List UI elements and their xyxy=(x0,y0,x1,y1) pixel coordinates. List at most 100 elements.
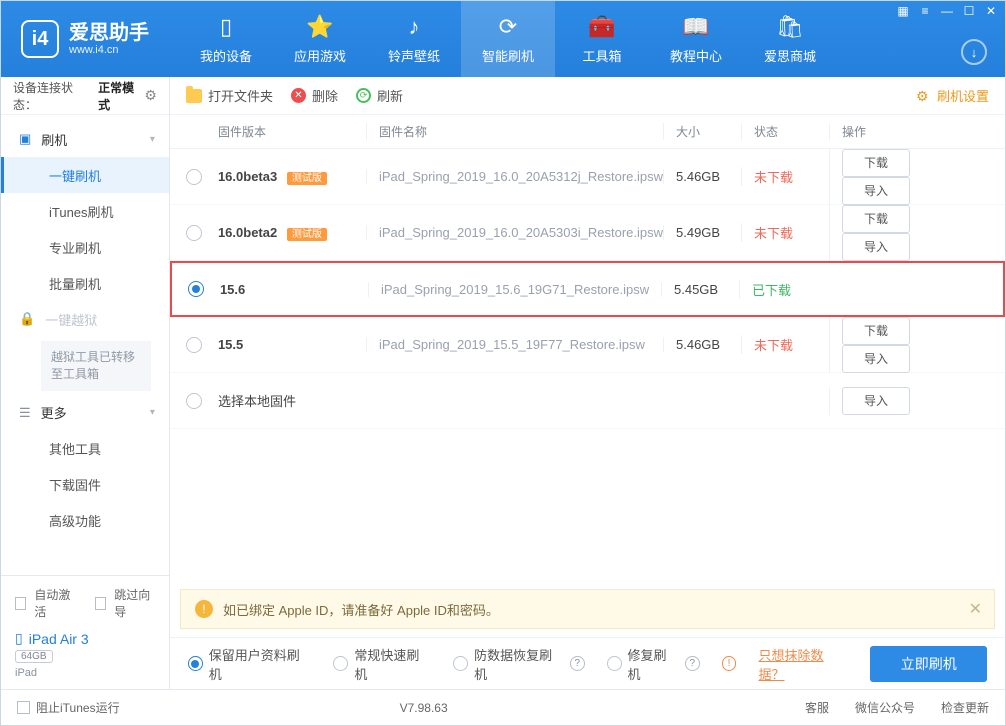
main-content: 打开文件夹 ✕删除 ⟳刷新 ⚙刷机设置 固件版本 固件名称 大小 状态 操作 1… xyxy=(170,77,1005,689)
nav-tab-apps[interactable]: ⭐应用游戏 xyxy=(273,1,367,77)
cell-local-label: 选择本地固件 xyxy=(218,391,366,410)
more-icon: ☰ xyxy=(19,405,31,421)
beta-badge: 测试版 xyxy=(287,228,327,241)
sidebar-item-oneclick[interactable]: 一键刷机 xyxy=(1,157,169,193)
settings-icon[interactable]: ⚙ xyxy=(144,87,157,104)
opt-anti-recover[interactable]: 防数据恢复刷机? xyxy=(453,645,584,683)
help-icon[interactable]: ? xyxy=(570,656,585,671)
sidebar-item-pro[interactable]: 专业刷机 xyxy=(1,229,169,265)
toolbox-icon: 🧰 xyxy=(588,14,615,40)
refresh-button[interactable]: ⟳刷新 xyxy=(356,86,403,105)
download-button[interactable]: 下载 xyxy=(842,205,910,233)
apps-icon: ⭐ xyxy=(306,14,333,40)
sidebar-item-itunes[interactable]: iTunes刷机 xyxy=(1,193,169,229)
import-button[interactable]: 导入 xyxy=(842,177,910,205)
firmware-row[interactable]: 15.6 iPad_Spring_2019_15.6_19G71_Restore… xyxy=(170,261,1005,317)
cell-status: 已下载 xyxy=(739,280,827,299)
bag-icon: 🛍 xyxy=(776,14,804,40)
nav-tab-device[interactable]: ▯我的设备 xyxy=(179,1,273,77)
opt-normal[interactable]: 常规快速刷机 xyxy=(333,645,431,683)
notice-bar: ! 如已绑定 Apple ID，请准备好 Apple ID和密码。 ✕ xyxy=(180,589,995,629)
minimize-icon[interactable]: — xyxy=(937,3,957,19)
cell-version: 15.5 xyxy=(218,337,366,352)
opt-repair[interactable]: 修复刷机? xyxy=(607,645,700,683)
row-radio[interactable] xyxy=(186,169,202,185)
cell-ops: 下载导入 xyxy=(829,205,989,261)
footer-link-wechat[interactable]: 微信公众号 xyxy=(855,699,915,716)
table-header: 固件版本 固件名称 大小 状态 操作 xyxy=(170,115,1005,149)
sidebar-cat-jailbreak[interactable]: 🔒 一键越狱 xyxy=(1,301,169,337)
footer-link-update[interactable]: 检查更新 xyxy=(941,699,989,716)
open-folder-button[interactable]: 打开文件夹 xyxy=(186,86,273,105)
download-button[interactable]: 下载 xyxy=(842,149,910,177)
cell-status: 未下载 xyxy=(741,335,829,354)
sidebar-item-other[interactable]: 其他工具 xyxy=(1,431,169,467)
download-button[interactable]: 下载 xyxy=(842,317,910,345)
cell-filename: iPad_Spring_2019_15.5_19F77_Restore.ipsw xyxy=(366,337,663,352)
footer-link-support[interactable]: 客服 xyxy=(805,699,829,716)
cell-filename: iPad_Spring_2019_16.0_20A5303i_Restore.i… xyxy=(366,225,663,240)
radio-icon xyxy=(333,656,348,671)
delete-icon: ✕ xyxy=(291,88,306,103)
beta-badge: 测试版 xyxy=(287,172,327,185)
firmware-row[interactable]: 16.0beta2 测试版iPad_Spring_2019_16.0_20A53… xyxy=(170,205,1005,261)
cell-ops: 下载导入 xyxy=(829,149,989,205)
skip-guide-checkbox[interactable] xyxy=(95,597,106,610)
delete-button[interactable]: ✕删除 xyxy=(291,86,338,105)
flash-settings-button[interactable]: ⚙刷机设置 xyxy=(916,86,989,105)
row-radio[interactable] xyxy=(186,225,202,241)
col-version: 固件版本 xyxy=(218,123,366,140)
auto-activate-checkbox[interactable] xyxy=(15,597,26,610)
download-indicator-icon[interactable]: ↓ xyxy=(961,39,987,65)
footer: 阻止iTunes运行 V7.98.63 客服 微信公众号 检查更新 xyxy=(1,689,1005,725)
sidebar-cat-more[interactable]: ☰ 更多 ▾ xyxy=(1,395,169,431)
close-icon[interactable]: ✕ xyxy=(981,3,1001,19)
cell-size: 5.46GB xyxy=(663,169,741,184)
close-icon[interactable]: ✕ xyxy=(969,599,982,619)
cell-ops: 下载导入 xyxy=(829,317,989,373)
opt-keep-data[interactable]: 保留用户资料刷机 xyxy=(188,645,312,683)
menu-icon[interactable]: ≡ xyxy=(915,3,935,19)
col-name: 固件名称 xyxy=(366,123,663,140)
firmware-row[interactable]: 15.5 iPad_Spring_2019_15.5_19F77_Restore… xyxy=(170,317,1005,373)
nav-tab-tutorial[interactable]: 📖教程中心 xyxy=(649,1,743,77)
app-header: i4 爱思助手 www.i4.cn ▯我的设备 ⭐应用游戏 ♪铃声壁纸 ⟳智能刷… xyxy=(1,1,1005,77)
sidebar-item-download[interactable]: 下载固件 xyxy=(1,467,169,503)
radio-icon xyxy=(188,656,203,671)
sidebar-item-advanced[interactable]: 高级功能 xyxy=(1,503,169,539)
chevron-down-icon: ▾ xyxy=(150,407,155,418)
refresh-icon: ⟳ xyxy=(499,14,517,40)
local-firmware-row[interactable]: 选择本地固件 导入 xyxy=(170,373,1005,429)
row-radio[interactable] xyxy=(186,337,202,353)
help-icon[interactable]: ? xyxy=(685,656,700,671)
cell-version: 15.6 xyxy=(220,282,368,297)
device-name[interactable]: ▯ iPad Air 3 xyxy=(15,630,155,647)
row-radio[interactable] xyxy=(186,393,202,409)
flash-icon: ▣ xyxy=(19,131,31,147)
import-button[interactable]: 导入 xyxy=(842,345,910,373)
row-radio[interactable] xyxy=(188,281,204,297)
help-icon[interactable]: ! xyxy=(722,656,737,671)
maximize-icon[interactable]: ☐ xyxy=(959,3,979,19)
firmware-row[interactable]: 16.0beta3 测试版iPad_Spring_2019_16.0_20A53… xyxy=(170,149,1005,205)
book-icon: 📖 xyxy=(682,14,709,40)
option-bar: 保留用户资料刷机 常规快速刷机 防数据恢复刷机? 修复刷机? ! 只想抹除数据？… xyxy=(170,637,1005,689)
nav-tab-tools[interactable]: 🧰工具箱 xyxy=(555,1,649,77)
sidebar-item-batch[interactable]: 批量刷机 xyxy=(1,265,169,301)
grid-icon[interactable]: ▦ xyxy=(893,3,913,19)
nav-tab-ringtone[interactable]: ♪铃声壁纸 xyxy=(367,1,461,77)
import-button[interactable]: 导入 xyxy=(842,233,910,261)
nav-tab-mall[interactable]: 🛍爱思商城 xyxy=(743,1,837,77)
device-type: iPad xyxy=(15,667,155,679)
sidebar-cat-flash[interactable]: ▣ 刷机 ▾ xyxy=(1,121,169,157)
radio-icon xyxy=(607,656,622,671)
block-itunes-checkbox[interactable] xyxy=(17,701,30,714)
flash-now-button[interactable]: 立即刷机 xyxy=(870,646,987,682)
erase-link[interactable]: 只想抹除数据？ xyxy=(758,645,848,683)
nav-tab-flash[interactable]: ⟳智能刷机 xyxy=(461,1,555,77)
col-size: 大小 xyxy=(663,123,741,140)
lock-icon: 🔒 xyxy=(19,311,35,327)
device-icon: ▯ xyxy=(220,14,232,40)
gear-icon: ⚙ xyxy=(916,88,931,103)
import-button[interactable]: 导入 xyxy=(842,387,910,415)
